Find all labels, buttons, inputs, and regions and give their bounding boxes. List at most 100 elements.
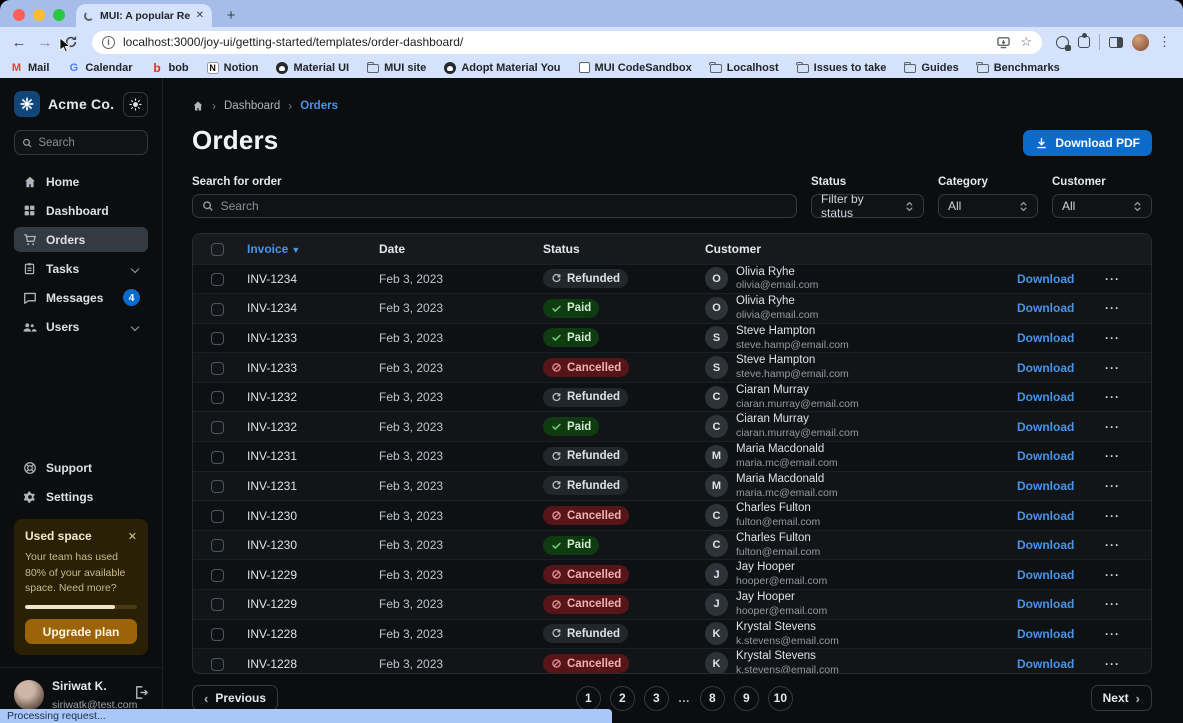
forward-button[interactable]: → [34, 31, 56, 53]
close-icon[interactable]: ✕ [128, 530, 137, 543]
sidebar-item-dashboard[interactable]: Dashboard [14, 198, 148, 223]
tab-close-icon[interactable]: ✕ [196, 10, 204, 21]
sidebar-item-messages[interactable]: Messages4 [14, 285, 148, 310]
download-link[interactable]: Download [1017, 538, 1074, 552]
row-menu-button[interactable]: ··· [1105, 538, 1120, 552]
sidebar-item-support[interactable]: Support [14, 455, 148, 480]
new-tab-button[interactable]: + [220, 4, 242, 26]
row-menu-button[interactable]: ··· [1105, 331, 1120, 345]
row-checkbox[interactable] [211, 451, 224, 464]
previous-page-button[interactable]: ‹ Previous [192, 685, 278, 711]
download-link[interactable]: Download [1017, 568, 1074, 582]
sidebar-item-users[interactable]: Users [14, 314, 148, 339]
row-checkbox[interactable] [211, 421, 224, 434]
download-link[interactable]: Download [1017, 420, 1074, 434]
download-link[interactable]: Download [1017, 597, 1074, 611]
download-link[interactable]: Download [1017, 657, 1074, 671]
bookmark-item[interactable]: Material UI [276, 62, 349, 74]
side-panel-icon[interactable] [1109, 37, 1123, 48]
row-menu-button[interactable]: ··· [1105, 509, 1120, 523]
page-button-1[interactable]: 1 [576, 686, 601, 711]
download-pdf-button[interactable]: Download PDF [1023, 130, 1152, 156]
browser-tab[interactable]: MUI: A popular React UI fram ✕ [76, 4, 212, 27]
row-checkbox[interactable] [211, 391, 224, 404]
row-checkbox[interactable] [211, 569, 224, 582]
row-menu-button[interactable]: ··· [1105, 568, 1120, 582]
page-button-10[interactable]: 10 [768, 686, 793, 711]
status-filter-select[interactable]: Filter by status [811, 194, 924, 218]
row-menu-button[interactable]: ··· [1105, 361, 1120, 375]
download-link[interactable]: Download [1017, 390, 1074, 404]
theme-toggle-button[interactable] [123, 92, 148, 117]
row-checkbox[interactable] [211, 332, 224, 345]
sidebar-search[interactable] [14, 130, 148, 155]
row-menu-button[interactable]: ··· [1105, 420, 1120, 434]
bookmark-item[interactable]: MUI CodeSandbox [579, 62, 692, 74]
row-checkbox[interactable] [211, 480, 224, 493]
upgrade-plan-button[interactable]: Upgrade plan [25, 619, 137, 644]
row-menu-button[interactable]: ··· [1105, 627, 1120, 641]
minimize-window-button[interactable] [33, 9, 45, 21]
row-checkbox[interactable] [211, 273, 224, 286]
download-link[interactable]: Download [1017, 449, 1074, 463]
bookmark-item[interactable]: Localhost [710, 62, 779, 74]
browser-profile-avatar[interactable] [1132, 34, 1149, 51]
page-button-9[interactable]: 9 [734, 686, 759, 711]
row-menu-button[interactable]: ··· [1105, 449, 1120, 463]
logout-button[interactable] [133, 685, 148, 705]
row-checkbox[interactable] [211, 598, 224, 611]
row-menu-button[interactable]: ··· [1105, 597, 1120, 611]
order-search-field[interactable] [192, 194, 797, 218]
next-page-button[interactable]: Next › [1091, 685, 1152, 711]
download-link[interactable]: Download [1017, 479, 1074, 493]
row-checkbox[interactable] [211, 539, 224, 552]
bookmark-item[interactable]: b bob [150, 61, 188, 74]
row-menu-button[interactable]: ··· [1105, 390, 1120, 404]
page-button-8[interactable]: 8 [700, 686, 725, 711]
order-search-input[interactable] [221, 199, 787, 213]
sidebar-item-home[interactable]: Home [14, 169, 148, 194]
bookmark-item[interactable]: M Mail [10, 61, 49, 74]
bookmark-item[interactable]: Benchmarks [977, 62, 1060, 74]
column-header-invoice[interactable]: Invoice▼ [241, 234, 373, 264]
row-menu-button[interactable]: ··· [1105, 657, 1120, 671]
acme-logo-icon[interactable] [14, 91, 40, 117]
maximize-window-button[interactable] [53, 9, 65, 21]
install-icon[interactable] [997, 36, 1010, 49]
home-icon[interactable] [192, 100, 204, 112]
bookmark-item[interactable]: Issues to take [797, 62, 887, 74]
extensions-icon[interactable] [1078, 36, 1090, 48]
bookmark-item[interactable]: Guides [904, 62, 958, 74]
close-window-button[interactable] [13, 9, 25, 21]
download-link[interactable]: Download [1017, 331, 1074, 345]
row-menu-button[interactable]: ··· [1105, 272, 1120, 286]
download-link[interactable]: Download [1017, 509, 1074, 523]
sidebar-item-settings[interactable]: Settings [14, 484, 148, 509]
bookmark-item[interactable]: N Notion [207, 62, 259, 74]
download-link[interactable]: Download [1017, 272, 1074, 286]
back-button[interactable]: ← [8, 31, 30, 53]
browser-menu-kebab-icon[interactable]: ⋮ [1158, 34, 1171, 50]
row-checkbox[interactable] [211, 658, 224, 671]
url-text[interactable]: localhost:3000/joy-ui/getting-started/te… [123, 35, 989, 49]
bookmark-item[interactable]: Adopt Material You [444, 62, 560, 74]
category-filter-select[interactable]: All [938, 194, 1038, 218]
site-info-icon[interactable]: i [102, 36, 115, 49]
download-link[interactable]: Download [1017, 361, 1074, 375]
page-button-3[interactable]: 3 [644, 686, 669, 711]
breadcrumb-dashboard[interactable]: Dashboard [224, 100, 280, 112]
download-link[interactable]: Download [1017, 627, 1074, 641]
row-checkbox[interactable] [211, 510, 224, 523]
row-menu-button[interactable]: ··· [1105, 301, 1120, 315]
row-checkbox[interactable] [211, 303, 224, 316]
sidebar-item-orders[interactable]: Orders [14, 227, 148, 252]
page-button-2[interactable]: 2 [610, 686, 635, 711]
url-bar[interactable]: i localhost:3000/joy-ui/getting-started/… [92, 31, 1042, 54]
row-checkbox[interactable] [211, 628, 224, 641]
download-link[interactable]: Download [1017, 301, 1074, 315]
privacy-gauge-icon[interactable] [1056, 36, 1069, 49]
row-menu-button[interactable]: ··· [1105, 479, 1120, 493]
bookmark-star-icon[interactable]: ☆ [1020, 34, 1032, 50]
bookmark-item[interactable]: MUI site [367, 62, 426, 74]
bookmark-item[interactable]: G Calendar [67, 61, 132, 74]
